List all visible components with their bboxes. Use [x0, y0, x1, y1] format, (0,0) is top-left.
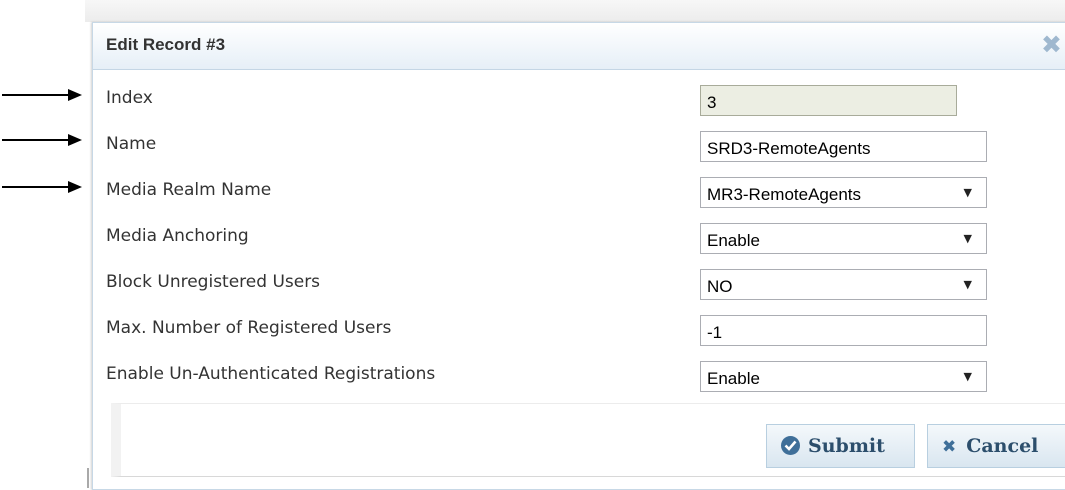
dropdown-caret-icon[interactable]: ▼: [964, 278, 972, 291]
dialog-footer: Submit ✖ Cancel: [111, 403, 1065, 477]
field-value: SRD3-RemoteAgents: [707, 139, 871, 158]
submit-button[interactable]: Submit: [766, 424, 915, 468]
field-label: Media Anchoring: [106, 226, 249, 246]
field-value: NO: [707, 277, 733, 296]
field-value: 3: [707, 93, 717, 112]
field-label: Max. Number of Registered Users: [106, 318, 392, 338]
check-circle-icon: [781, 436, 800, 455]
record-form: Index 3 Name SRD3-RemoteAgents Media Rea…: [93, 74, 1065, 396]
field-label: Index: [106, 88, 153, 108]
field-row-index: Index 3: [93, 74, 1065, 120]
dialog-title: Edit Record #3: [106, 35, 226, 54]
dialog-titlebar: Edit Record #3 ✖: [93, 23, 1065, 70]
field-row-unauthenticated-registrations: Enable Un-Authenticated Registrations En…: [93, 350, 1065, 396]
field-row-block-unregistered-users: Block Unregistered Users NO ▼: [93, 258, 1065, 304]
field-value: Enable: [707, 369, 760, 388]
max-registered-users-input[interactable]: -1: [700, 315, 987, 346]
field-row-media-realm-name: Media Realm Name MR3-RemoteAgents ▼: [93, 166, 1065, 212]
name-input[interactable]: SRD3-RemoteAgents: [700, 131, 987, 162]
field-label: Media Realm Name: [106, 180, 272, 200]
close-icon: ✖: [942, 437, 957, 457]
edit-record-dialog: Edit Record #3 ✖ Index 3 Name SRD3-Remot…: [92, 22, 1065, 490]
field-row-name: Name SRD3-RemoteAgents: [93, 120, 1065, 166]
index-field: 3: [700, 85, 957, 116]
field-label: Name: [106, 134, 157, 154]
right-arrow-icon: [2, 181, 82, 193]
field-label: Enable Un-Authenticated Registrations: [106, 364, 436, 384]
right-arrow-icon: [2, 134, 82, 146]
field-value: MR3-RemoteAgents: [707, 185, 862, 204]
background-page-strip: [85, 0, 1065, 22]
unauthenticated-registrations-select[interactable]: Enable ▼: [700, 361, 987, 392]
field-row-media-anchoring: Media Anchoring Enable ▼: [93, 212, 1065, 258]
field-row-max-registered-users: Max. Number of Registered Users -1: [93, 304, 1065, 350]
field-value: -1: [707, 323, 723, 342]
submit-label: Submit: [808, 435, 885, 457]
right-arrow-icon: [2, 89, 82, 101]
cancel-button[interactable]: ✖ Cancel: [927, 424, 1065, 468]
cancel-label: Cancel: [966, 435, 1039, 457]
dropdown-caret-icon[interactable]: ▼: [964, 186, 972, 199]
close-icon[interactable]: ✖: [1041, 30, 1062, 59]
media-realm-name-select[interactable]: MR3-RemoteAgents ▼: [700, 177, 987, 208]
field-value: Enable: [707, 231, 760, 250]
dropdown-caret-icon[interactable]: ▼: [964, 232, 972, 245]
background-divider: [87, 468, 89, 488]
field-label: Block Unregistered Users: [106, 272, 321, 292]
dropdown-caret-icon[interactable]: ▼: [964, 370, 972, 383]
media-anchoring-select[interactable]: Enable ▼: [700, 223, 987, 254]
block-unregistered-users-select[interactable]: NO ▼: [700, 269, 987, 300]
